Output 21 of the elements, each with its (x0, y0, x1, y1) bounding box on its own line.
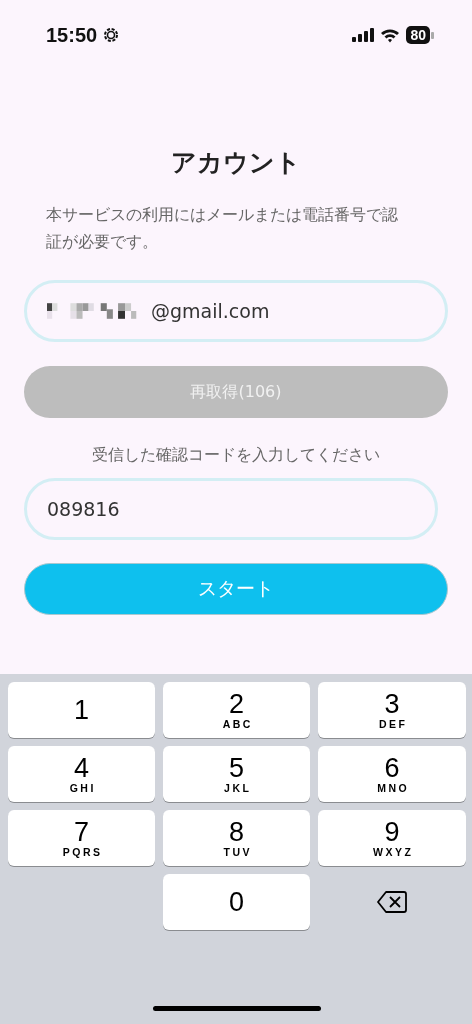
battery-level: 80 (406, 26, 430, 44)
backspace-icon[interactable] (377, 890, 407, 914)
digit-key[interactable]: 2 ABC (163, 682, 310, 738)
battery-cap-icon (431, 31, 434, 39)
digit-key[interactable]: 6 MNO (318, 746, 466, 802)
page-title: アカウント (170, 147, 302, 179)
email-field[interactable]: @gmail.com (24, 280, 448, 342)
digit-key[interactable]: 9 WXYZ (318, 810, 466, 866)
code-field[interactable]: 089816 (24, 478, 438, 540)
digit-key[interactable]: 0 (163, 874, 310, 930)
clock-time: 15:50 (46, 23, 98, 47)
wifi-icon (380, 27, 401, 43)
description-text: 本サービスの利用にはメールまたは電話番号で認証が必要です。 (46, 205, 399, 253)
digit-key[interactable]: 3 DEF (318, 682, 466, 738)
digit-key[interactable]: 4 GHI (8, 746, 155, 802)
signal-icon (352, 28, 375, 42)
digit-key[interactable]: 8 TUV (163, 810, 310, 866)
digit-key[interactable]: 7 PQRS (8, 810, 155, 866)
digit-key[interactable]: 5 JKL (163, 746, 310, 802)
digit-key[interactable]: 1 (8, 682, 155, 738)
code-label: 受信した確認コードを入力してください (91, 445, 381, 466)
